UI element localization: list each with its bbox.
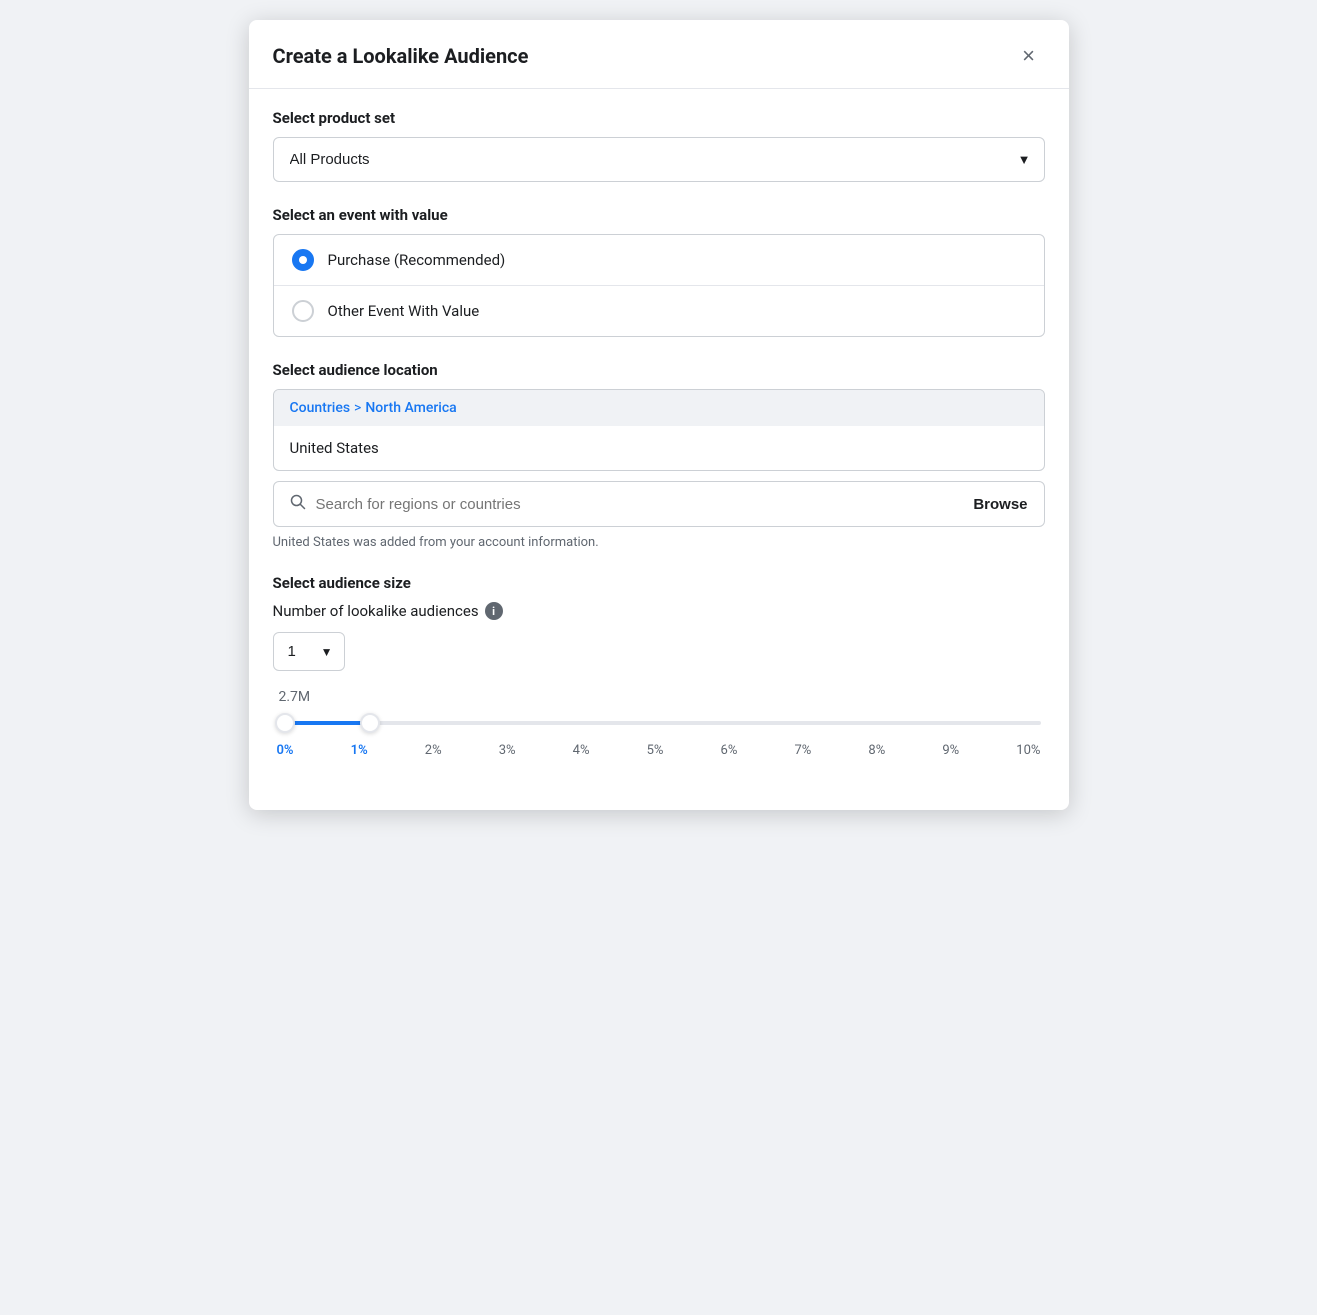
event-option-purchase[interactable]: Purchase (Recommended) <box>274 235 1044 286</box>
audience-size-section: Select audience size Number of lookalike… <box>273 574 1045 758</box>
breadcrumb-separator: > <box>354 400 361 416</box>
info-icon[interactable]: i <box>485 602 503 620</box>
slider-thumb-start[interactable] <box>275 713 295 733</box>
modal-body: Select product set All Products ▼ Select… <box>249 89 1069 810</box>
slider-container: 2.7M 0% 1% 2% 3% 4% 5% 6% 7% <box>273 689 1045 758</box>
radio-other-icon <box>292 300 314 322</box>
search-input[interactable] <box>316 496 964 513</box>
event-radio-group: Purchase (Recommended) Other Event With … <box>273 234 1045 337</box>
number-select[interactable]: 1 2 3 4 5 <box>273 632 345 671</box>
location-section: Select audience location Countries > Nor… <box>273 361 1045 550</box>
slider-label-9: 9% <box>942 743 959 758</box>
event-option-other[interactable]: Other Event With Value <box>274 286 1044 336</box>
event-section: Select an event with value Purchase (Rec… <box>273 206 1045 337</box>
breadcrumb-countries[interactable]: Countries <box>290 400 351 416</box>
event-label: Select an event with value <box>273 206 1045 224</box>
event-other-label: Other Event With Value <box>328 302 480 320</box>
audience-size-label: Select audience size <box>273 574 1045 592</box>
location-label: Select audience location <box>273 361 1045 379</box>
modal-container: Create a Lookalike Audience × Select pro… <box>249 20 1069 810</box>
slider-label-2: 2% <box>425 743 442 758</box>
slider-wrapper[interactable] <box>277 711 1041 735</box>
slider-label-4: 4% <box>573 743 590 758</box>
slider-label-8: 8% <box>868 743 885 758</box>
number-select-wrapper: 1 2 3 4 5 ▼ <box>273 632 345 671</box>
product-set-section: Select product set All Products ▼ <box>273 109 1045 182</box>
product-set-select[interactable]: All Products <box>273 137 1045 182</box>
modal-title: Create a Lookalike Audience <box>273 44 529 68</box>
modal-header: Create a Lookalike Audience × <box>249 20 1069 89</box>
product-set-label: Select product set <box>273 109 1045 127</box>
search-bar: Browse <box>273 481 1045 527</box>
slider-label-10: 10% <box>1016 743 1040 758</box>
product-set-select-wrapper: All Products ▼ <box>273 137 1045 182</box>
search-icon <box>290 494 306 514</box>
slider-label-0: 0% <box>277 743 294 758</box>
slider-label-3: 3% <box>499 743 516 758</box>
location-box: Countries > North America United States <box>273 389 1045 471</box>
slider-label-1: 1% <box>351 743 368 758</box>
location-helper-text: United States was added from your accoun… <box>273 535 1045 550</box>
breadcrumb-bar: Countries > North America <box>274 390 1044 426</box>
browse-button[interactable]: Browse <box>973 496 1027 513</box>
slider-track <box>277 721 1041 725</box>
radio-purchase-icon <box>292 249 314 271</box>
slider-label-6: 6% <box>721 743 738 758</box>
slider-label-5: 5% <box>647 743 664 758</box>
slider-labels: 0% 1% 2% 3% 4% 5% 6% 7% 8% 9% 10% <box>277 743 1041 758</box>
slider-label-7: 7% <box>794 743 811 758</box>
slider-thumb-end[interactable] <box>360 713 380 733</box>
number-of-audiences-label: Number of lookalike audiences i <box>273 602 1045 620</box>
close-button[interactable]: × <box>1013 40 1045 72</box>
slider-value-label: 2.7M <box>279 689 1041 705</box>
event-purchase-label: Purchase (Recommended) <box>328 251 506 269</box>
selected-country: United States <box>274 426 1044 470</box>
breadcrumb-region[interactable]: North America <box>365 400 456 416</box>
